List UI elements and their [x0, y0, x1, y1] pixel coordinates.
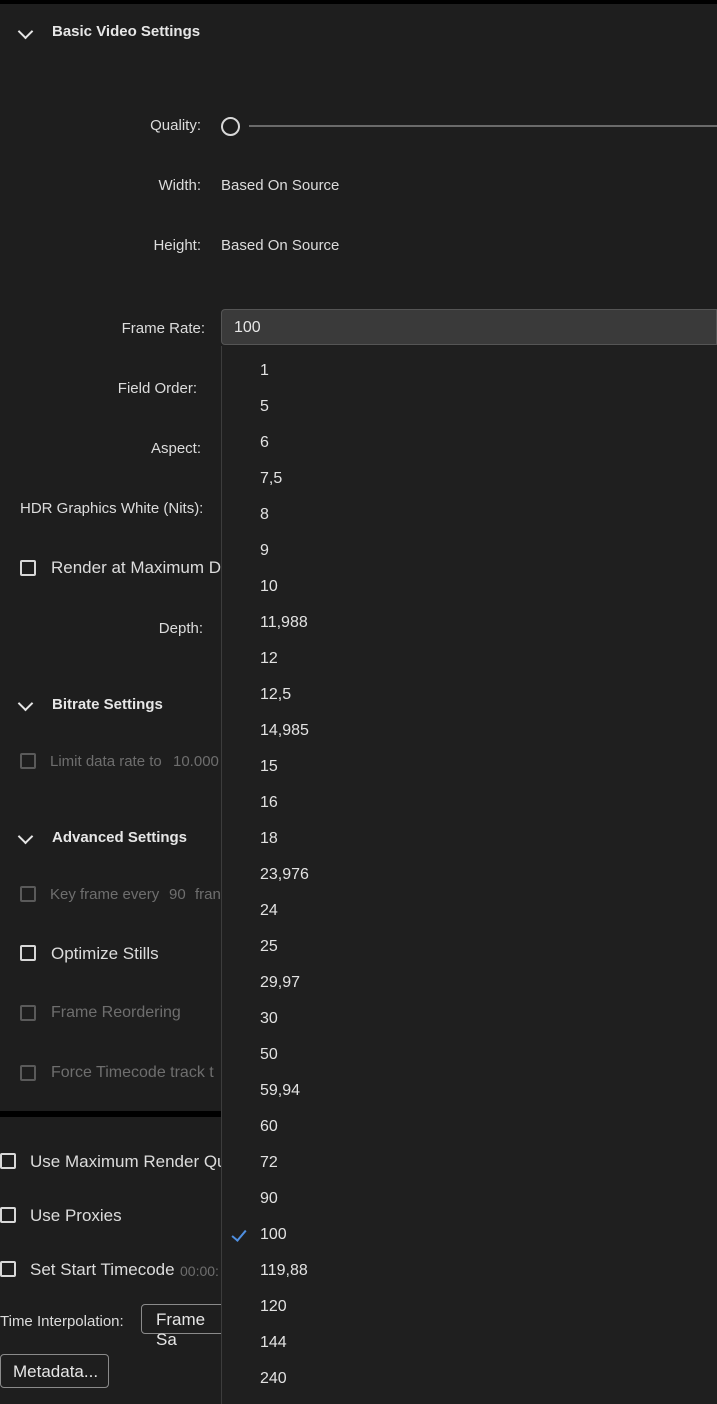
frame-rate-option[interactable]: 5 — [260, 398, 269, 416]
frame-rate-option[interactable]: 60 — [260, 1118, 278, 1136]
limit-data-rate-checkbox[interactable] — [20, 753, 36, 769]
width-label: Width: — [158, 177, 201, 194]
height-value: Based On Source — [221, 237, 340, 254]
force-timecode-checkbox[interactable] — [20, 1065, 36, 1081]
chevron-down-icon[interactable] — [17, 23, 34, 40]
frame-rate-option[interactable]: 10 — [260, 578, 278, 596]
use-max-render-quality-checkbox[interactable] — [0, 1153, 16, 1169]
frame-rate-option[interactable]: 50 — [260, 1046, 278, 1064]
frame-rate-option[interactable]: 16 — [260, 794, 278, 812]
frame-reordering-label: Frame Reordering — [51, 1004, 181, 1021]
frame-rate-option[interactable]: 144 — [260, 1334, 287, 1352]
keyframe-checkbox[interactable] — [20, 886, 36, 902]
keyframe-value[interactable]: 90 — [169, 886, 186, 903]
frame-rate-option[interactable]: 59,94 — [260, 1082, 300, 1100]
render-max-depth-checkbox[interactable] — [20, 560, 36, 576]
frame-rate-option[interactable]: 30 — [260, 1010, 278, 1028]
time-interpolation-value: Frame Sa — [156, 1310, 206, 1349]
limit-data-rate-value[interactable]: 10.000 — [173, 753, 219, 770]
quality-slider-thumb[interactable] — [221, 117, 240, 136]
width-value: Based On Source — [221, 177, 340, 194]
quality-label: Quality: — [150, 117, 201, 134]
hdr-white-label: HDR Graphics White (Nits): — [20, 500, 204, 517]
force-timecode-label: Force Timecode track t — [51, 1064, 214, 1081]
frame-rate-option[interactable]: 11,988 — [260, 614, 308, 632]
metadata-button[interactable]: Metadata... — [0, 1354, 109, 1388]
frame-rate-option[interactable]: 72 — [260, 1154, 278, 1172]
frame-rate-option[interactable]: 23,976 — [260, 866, 309, 884]
section-title-basic-video[interactable]: Basic Video Settings — [52, 23, 200, 40]
frame-rate-option[interactable]: 18 — [260, 830, 278, 848]
chevron-down-icon[interactable] — [17, 695, 34, 712]
frame-rate-option[interactable]: 8 — [260, 506, 269, 524]
frame-rate-option[interactable]: 12,5 — [260, 686, 291, 704]
field-order-label: Field Order: — [117, 380, 197, 397]
frame-rate-option[interactable]: 29,97 — [260, 974, 300, 992]
frame-rate-option[interactable]: 24 — [260, 902, 278, 920]
limit-data-rate-label: Limit data rate to — [50, 753, 162, 770]
chevron-down-icon[interactable] — [17, 828, 34, 845]
use-proxies-label: Use Proxies — [30, 1206, 122, 1225]
frame-rate-option[interactable]: 120 — [260, 1298, 287, 1316]
set-start-timecode-label: Set Start Timecode — [30, 1260, 175, 1279]
frame-rate-label: Frame Rate: — [121, 320, 205, 337]
use-proxies-checkbox[interactable] — [0, 1207, 16, 1223]
frame-rate-option[interactable]: 12 — [260, 650, 278, 668]
frame-rate-option[interactable]: 90 — [260, 1190, 278, 1208]
frame-rate-option[interactable]: 6 — [260, 434, 269, 452]
depth-label: Depth: — [158, 620, 203, 637]
frame-rate-option[interactable]: 15 — [260, 758, 278, 776]
frame-rate-dropdown-list: 1 5 6 7,5 8 9 10 11,988 12 12,5 14,985 15 16 18 23,976… — [221, 346, 717, 1404]
section-title-bitrate[interactable]: Bitrate Settings — [52, 696, 163, 713]
frame-rate-option[interactable]: 25 — [260, 938, 278, 956]
frame-reordering-checkbox[interactable] — [20, 1005, 36, 1021]
quality-slider-track[interactable] — [249, 125, 717, 127]
frame-rate-option[interactable]: 100 — [260, 1226, 287, 1244]
optimize-stills-checkbox[interactable] — [20, 945, 36, 961]
frame-rate-option[interactable]: 14,985 — [260, 722, 309, 740]
frame-rate-selected-value: 100 — [234, 319, 261, 336]
start-timecode-value[interactable]: 00:00: — [180, 1263, 219, 1279]
frame-rate-option[interactable]: 7,5 — [260, 470, 282, 488]
keyframe-label: Key frame every — [50, 886, 160, 903]
metadata-button-label: Metadata... — [13, 1362, 99, 1381]
frame-rate-option[interactable]: 240 — [260, 1370, 287, 1388]
time-interpolation-dropdown[interactable]: Frame Sa — [141, 1304, 231, 1349]
frame-rate-option[interactable]: 9 — [260, 542, 269, 560]
frame-rate-option[interactable]: 119,88 — [260, 1262, 308, 1280]
time-interpolation-label: Time Interpolation: — [0, 1313, 124, 1330]
use-max-render-quality-label: Use Maximum Render Qu — [30, 1152, 227, 1171]
frame-rate-option[interactable]: 1 — [260, 362, 269, 380]
set-start-timecode-checkbox[interactable] — [0, 1261, 16, 1277]
section-title-advanced[interactable]: Advanced Settings — [52, 829, 187, 846]
checkmark-icon — [231, 1226, 247, 1242]
height-label: Height: — [153, 237, 201, 254]
optimize-stills-label: Optimize Stills — [51, 944, 159, 963]
keyframe-suffix: fran — [195, 886, 221, 903]
aspect-label: Aspect: — [150, 440, 201, 457]
frame-rate-select[interactable]: 100 — [221, 309, 717, 345]
render-max-depth-label: Render at Maximum De — [51, 558, 231, 577]
